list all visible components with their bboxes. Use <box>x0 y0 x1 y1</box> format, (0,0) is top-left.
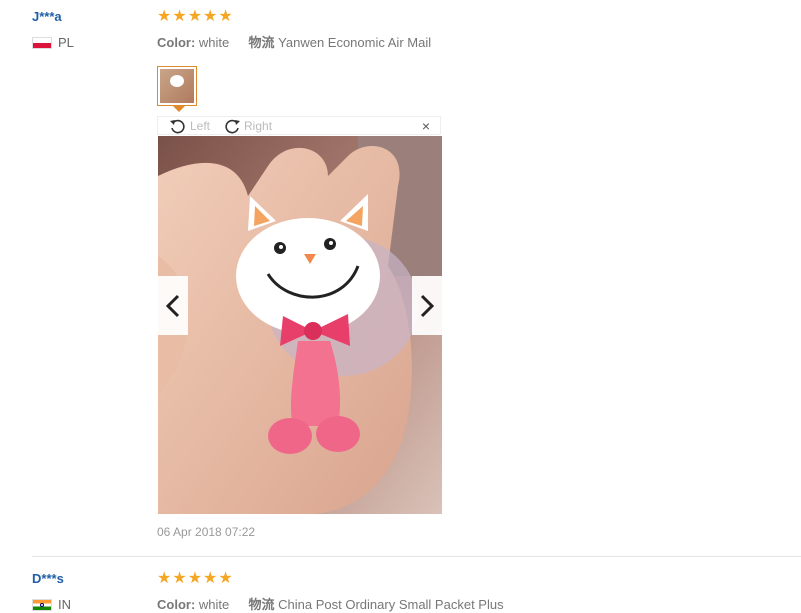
review-item: J***a PL ★ ★ ★ ★ ★ Color: white 物流 Yanwe… <box>0 0 801 556</box>
country-code: PL <box>58 35 74 50</box>
star-icon: ★ <box>172 570 187 587</box>
star-rating: ★ ★ ★ ★ ★ <box>157 571 233 587</box>
reviewer-name[interactable]: J***a <box>32 9 62 24</box>
star-icon: ★ <box>218 8 233 25</box>
thumbnail-caret <box>173 106 185 112</box>
color-label: Color: <box>157 35 196 50</box>
star-icon: ★ <box>203 570 218 587</box>
review-date: 06 Apr 2018 07:22 <box>157 525 256 539</box>
chevron-left-icon <box>166 294 180 317</box>
chevron-right-icon <box>420 294 434 317</box>
shipping-label: 物流 <box>248 35 275 50</box>
star-icon: ★ <box>203 8 218 25</box>
rotate-right-button[interactable]: Right <box>222 117 272 135</box>
order-attributes: Color: white 物流 China Post Ordinary Smal… <box>157 594 504 613</box>
order-attributes: Color: white 物流 Yanwen Economic Air Mail <box>157 32 431 51</box>
star-icon: ★ <box>187 570 203 587</box>
star-icon: ★ <box>157 570 172 587</box>
star-icon: ★ <box>218 570 233 587</box>
photo-thumbnail[interactable] <box>157 66 197 106</box>
rotate-right-icon <box>225 119 241 133</box>
review-photo <box>158 136 442 514</box>
close-icon[interactable]: × <box>422 118 430 134</box>
star-icon: ★ <box>172 8 187 25</box>
next-image-button[interactable] <box>412 276 442 335</box>
rotate-left-label: Left <box>190 118 211 133</box>
rotate-left-button[interactable]: Left <box>168 117 210 135</box>
reviewer-name[interactable]: D***s <box>32 571 64 586</box>
previous-image-button[interactable] <box>158 276 188 335</box>
rotate-left-icon <box>170 119 185 133</box>
flag-in-icon <box>32 598 52 611</box>
rotate-right-label: Right <box>244 118 273 133</box>
shipping-value: Yanwen Economic Air Mail <box>278 35 432 50</box>
flag-pl-icon <box>32 36 52 49</box>
review-photo-image <box>158 136 442 514</box>
thumbnail-image <box>160 69 194 103</box>
star-rating: ★ ★ ★ ★ ★ <box>157 9 233 25</box>
star-icon: ★ <box>187 8 203 25</box>
color-value: white <box>198 35 230 50</box>
star-icon: ★ <box>157 8 172 25</box>
reviewer-country: PL <box>32 35 74 50</box>
image-viewer-toolbar: Left Right × <box>157 116 441 135</box>
review-item: D***s IN ★ ★ ★ ★ ★ Color: white 物流 China… <box>0 556 801 613</box>
